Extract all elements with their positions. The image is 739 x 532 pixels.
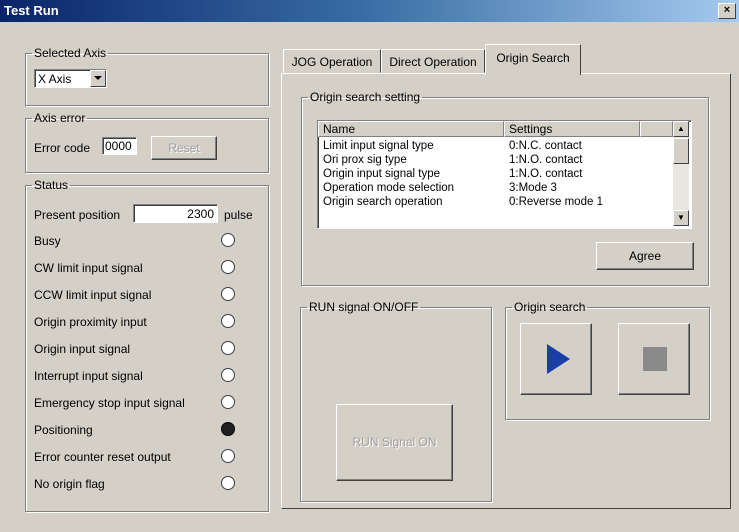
axis-select-value: X Axis (38, 72, 72, 86)
status-signal-label: Interrupt input signal (34, 369, 143, 383)
tab-jog-operation[interactable]: JOG Operation (283, 49, 381, 73)
present-position-label: Present position (34, 208, 121, 222)
origin-search-setting-legend: Origin search setting (310, 90, 421, 104)
tab-origin-search[interactable]: Origin Search (485, 44, 581, 75)
status-indicator-icon (221, 395, 235, 409)
scroll-thumb[interactable] (673, 138, 689, 164)
chevron-down-icon (94, 76, 102, 80)
status-signal-row: Origin proximity input (34, 313, 244, 333)
agree-button[interactable]: Agree (596, 242, 694, 270)
status-legend: Status (34, 178, 69, 192)
table-row[interactable]: Origin search operation 0:Reverse mode 1 (318, 195, 649, 209)
status-signal-label: Origin proximity input (34, 315, 147, 329)
scroll-down-button[interactable]: ▼ (673, 210, 689, 226)
column-header-settings[interactable]: Settings (504, 121, 640, 137)
stop-icon (643, 347, 667, 371)
status-indicator-icon (221, 449, 235, 463)
setting-name-cell: Origin input signal type (323, 168, 440, 180)
status-indicator-icon (221, 260, 235, 274)
status-indicator-icon (221, 368, 235, 382)
setting-value-cell: 1:N.O. contact (509, 168, 583, 180)
origin-search-stop-button[interactable] (618, 323, 690, 395)
error-code-field: 0000 (102, 137, 137, 155)
status-signal-row: Emergency stop input signal (34, 394, 244, 414)
status-signal-label: Emergency stop input signal (34, 396, 185, 410)
tab-direct-operation[interactable]: Direct Operation (381, 49, 485, 73)
status-signal-label: Positioning (34, 423, 93, 437)
run-signal-legend: RUN signal ON/OFF (309, 300, 419, 314)
axis-select-dropdown-button[interactable] (90, 70, 106, 87)
status-signal-label: Error counter reset output (34, 450, 171, 464)
present-position-unit: pulse (224, 208, 253, 222)
table-row[interactable]: Limit input signal type 0:N.C. contact (318, 139, 649, 153)
status-signal-label: Origin input signal (34, 342, 131, 356)
status-signal-label: No origin flag (34, 477, 105, 491)
status-indicator-icon (221, 233, 235, 247)
setting-name-cell: Ori prox sig type (323, 154, 407, 166)
title-bar: Test Run × (0, 0, 739, 22)
setting-value-cell: 0:N.C. contact (509, 140, 582, 152)
status-signal-row: No origin flag (34, 475, 244, 495)
table-row[interactable]: Origin input signal type 1:N.O. contact (318, 167, 649, 181)
close-button[interactable]: × (718, 3, 736, 19)
table-row[interactable]: Ori prox sig type 1:N.O. contact (318, 153, 649, 167)
arrow-down-icon: ▼ (677, 213, 685, 222)
axis-error-legend: Axis error (34, 111, 86, 125)
status-signal-label: CW limit input signal (34, 261, 143, 275)
reset-button[interactable]: Reset (151, 136, 217, 160)
play-icon (547, 344, 570, 374)
status-signal-row: Origin input signal (34, 340, 244, 360)
status-signal-row: Interrupt input signal (34, 367, 244, 387)
origin-search-start-button[interactable] (520, 323, 592, 395)
selected-axis-legend: Selected Axis (34, 46, 107, 60)
status-signal-row: CCW limit input signal (34, 286, 244, 306)
window-title: Test Run (4, 3, 59, 18)
axis-select[interactable]: X Axis (34, 69, 107, 88)
setting-name-cell: Limit input signal type (323, 140, 434, 152)
status-indicator-icon (221, 341, 235, 355)
status-indicator-icon (221, 422, 235, 436)
status-indicator-icon (221, 314, 235, 328)
run-signal-on-button[interactable]: RUN Signal ON (336, 404, 453, 481)
present-position-field: 2300 (133, 204, 218, 223)
column-header-name[interactable]: Name (318, 121, 504, 137)
status-signal-row: Busy (34, 232, 244, 252)
status-signal-row: CW limit input signal (34, 259, 244, 279)
setting-name-cell: Origin search operation (323, 196, 443, 208)
status-signal-row: Error counter reset output (34, 448, 244, 468)
setting-value-cell: 1:N.O. contact (509, 154, 583, 166)
settings-scrollbar[interactable]: ▲ ▼ (673, 121, 689, 226)
setting-name-cell: Operation mode selection (323, 182, 455, 194)
scroll-up-button[interactable]: ▲ (673, 121, 689, 137)
status-indicator-icon (221, 476, 235, 490)
settings-table: Limit input signal type 0:N.C. contact Ori… (318, 139, 649, 209)
table-row[interactable]: Operation mode selection 3:Mode 3 (318, 181, 649, 195)
status-signal-label: CCW limit input signal (34, 288, 152, 302)
origin-search-legend: Origin search (514, 300, 586, 314)
column-header-empty (640, 121, 673, 137)
arrow-up-icon: ▲ (677, 124, 685, 133)
status-indicator-icon (221, 287, 235, 301)
status-signal-label: Busy (34, 234, 61, 248)
status-signal-row: Positioning (34, 421, 244, 441)
settings-list[interactable]: Name Settings Limit input signal type 0:N… (317, 120, 692, 229)
error-code-label: Error code (34, 141, 91, 155)
setting-value-cell: 0:Reverse mode 1 (509, 196, 603, 208)
setting-value-cell: 3:Mode 3 (509, 182, 557, 194)
